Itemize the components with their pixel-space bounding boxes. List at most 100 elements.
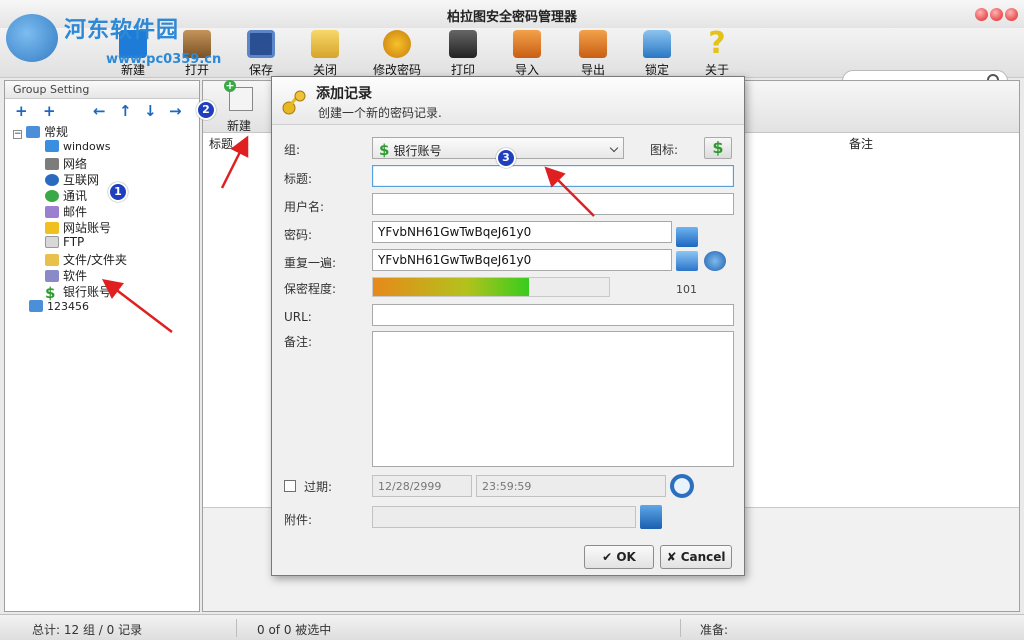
star-icon <box>45 222 59 234</box>
tree-node-contacts[interactable]: 通讯 <box>45 187 87 203</box>
tree-node-label: 邮件 <box>63 205 88 219</box>
ok-label: OK <box>616 550 636 564</box>
tree-node-bank-accounts[interactable]: $ 银行账号 <box>45 283 112 302</box>
username-input[interactable] <box>372 193 734 215</box>
status-separator <box>236 619 237 637</box>
collapse-icon[interactable]: − <box>13 130 22 139</box>
generate-password-icon[interactable] <box>704 251 726 271</box>
ok-button[interactable]: ✔ OK <box>584 545 654 569</box>
attach-file-icon[interactable] <box>640 505 662 529</box>
expiry-label: 过期: <box>304 480 333 494</box>
url-label: URL: <box>284 310 312 324</box>
column-header-title[interactable]: 标题 <box>209 135 233 157</box>
tree-node-mail[interactable]: 邮件 <box>45 203 87 219</box>
tree-node-label: 123456 <box>47 300 89 313</box>
tree-node-label: 常规 <box>44 125 69 139</box>
close-icon <box>311 30 339 58</box>
folder-icon <box>29 300 43 312</box>
expiry-date-input[interactable] <box>372 475 472 497</box>
tree-node-123456[interactable]: 123456 <box>29 299 89 315</box>
tree-node-network[interactable]: 网络 <box>45 155 87 171</box>
strength-label: 保密程度: <box>284 282 337 296</box>
show-password-icon[interactable] <box>676 227 698 247</box>
repeat-password-input[interactable] <box>372 249 672 271</box>
new-record-icon <box>224 80 253 111</box>
status-ready: 准备: <box>700 623 729 637</box>
monitor-icon <box>45 140 59 152</box>
add-subgroup-icon[interactable]: + <box>43 102 56 120</box>
repeat-label: 重复一遍: <box>284 256 337 270</box>
move-left-icon[interactable]: ← <box>93 102 106 120</box>
tree-node-ftp[interactable]: FTP <box>45 235 84 251</box>
strength-meter <box>372 277 610 297</box>
toolbar-export-button[interactable]: 导出 <box>565 30 621 78</box>
move-down-icon[interactable]: ↓ <box>144 102 157 120</box>
mail-icon <box>45 206 59 218</box>
annotation-badge-1: 1 <box>108 182 128 202</box>
toolbar-print-button[interactable]: 打印 <box>435 30 491 78</box>
column-header-notes[interactable]: 备注 <box>849 135 873 157</box>
minimize-button[interactable] <box>975 8 988 21</box>
password-input[interactable] <box>372 221 672 243</box>
close-window-button[interactable] <box>1005 8 1018 21</box>
clock-icon[interactable] <box>670 474 694 498</box>
globe-icon <box>45 174 59 186</box>
add-group-icon[interactable]: + <box>15 102 28 120</box>
maximize-button[interactable] <box>990 8 1003 21</box>
monitor-icon[interactable] <box>676 251 698 271</box>
print-icon <box>449 30 477 58</box>
tree-node-label: 网络 <box>63 157 88 171</box>
toolbar-change-password-button[interactable]: 修改密码 <box>369 30 425 78</box>
toolbar-about-button[interactable]: ? 关于 <box>689 26 745 78</box>
notes-textarea[interactable] <box>372 331 734 467</box>
icon-label: 图标: <box>650 143 679 157</box>
password-label: 密码: <box>284 228 313 242</box>
tree-node-label: 文件/文件夹 <box>63 253 128 267</box>
tree-node-website-accounts[interactable]: 网站账号 <box>45 219 111 235</box>
tree-node-root[interactable]: − 常规 <box>13 123 68 139</box>
key-icon <box>383 30 411 58</box>
group-toolbar: + + ← ↑ ↓ → <box>5 100 199 122</box>
group-panel: Group Setting + + ← ↑ ↓ → − 常规 windows 网络… <box>4 80 200 612</box>
network-icon <box>45 158 59 170</box>
tree-node-windows[interactable]: windows <box>45 139 110 155</box>
strength-value: 101 <box>676 283 697 296</box>
dialog-header: 添加记录 创建一个新的密码记录. <box>272 77 744 125</box>
attachment-input[interactable] <box>372 506 636 528</box>
watermark: 河东软件园 www.pc0359.cn <box>6 6 221 70</box>
dialog-subtitle: 创建一个新的密码记录. <box>318 106 442 120</box>
cancel-button[interactable]: ✘ Cancel <box>660 545 732 569</box>
icon-picker-button[interactable]: $ <box>704 137 732 159</box>
strength-fill <box>373 278 529 296</box>
expiry-time-input[interactable] <box>476 475 666 497</box>
dollar-icon: $ <box>379 141 390 159</box>
toolbar-import-button[interactable]: 导入 <box>499 30 555 78</box>
help-icon: ? <box>708 26 726 61</box>
attachment-label: 附件: <box>284 513 313 527</box>
export-icon <box>579 30 607 58</box>
dialog-title: 添加记录 <box>316 86 372 102</box>
toolbar-close-button[interactable]: 关闭 <box>297 30 353 78</box>
tree-node-label: 软件 <box>63 269 88 283</box>
move-up-icon[interactable]: ↑ <box>119 102 132 120</box>
title-input[interactable] <box>372 165 734 187</box>
tree-node-internet[interactable]: 互联网 <box>45 171 99 187</box>
toolbar-lock-button[interactable]: 锁定 <box>629 30 685 78</box>
tree-node-software[interactable]: 软件 <box>45 267 87 283</box>
annotation-badge-3: 3 <box>496 148 516 168</box>
expiry-checkbox[interactable] <box>284 480 296 492</box>
move-right-icon[interactable]: → <box>169 102 182 120</box>
save-icon <box>247 30 275 58</box>
url-input[interactable] <box>372 304 734 326</box>
tree-node-label: windows <box>63 140 111 153</box>
toolbar-save-button[interactable]: 保存 <box>233 30 289 78</box>
lock-icon <box>643 30 671 58</box>
folder-file-icon <box>45 254 59 266</box>
notes-label: 备注: <box>284 335 313 349</box>
dollar-icon: $ <box>45 284 56 302</box>
group-panel-title: Group Setting <box>5 81 199 99</box>
tree-node-files[interactable]: 文件/文件夹 <box>45 251 127 267</box>
status-selected: 0 of 0 被选中 <box>257 623 332 637</box>
tree-node-label: 银行账号 <box>63 285 112 299</box>
watermark-text: 河东软件园 <box>64 18 180 43</box>
